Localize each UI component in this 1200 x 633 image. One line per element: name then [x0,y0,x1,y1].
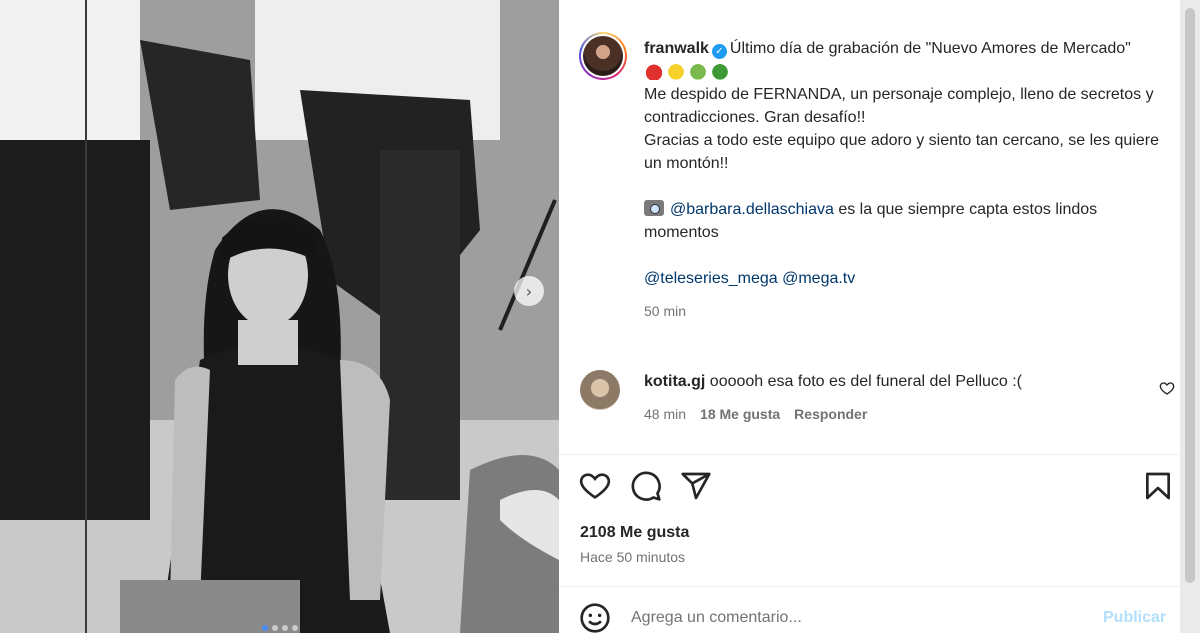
comment-bubble-icon[interactable] [630,470,662,502]
caption-paragraph-2: Gracias a todo este equipo que adoro y s… [644,132,1159,172]
caption-credit: @barbara.dellaschiava es la que siempre … [644,198,1174,244]
carousel-dot [291,625,298,631]
comment-like-heart-icon[interactable] [1159,380,1175,396]
caption-title: Último día de grabación de "Nuevo Amores… [729,40,1131,57]
credit-mention-link[interactable]: @barbara.dellaschiava [670,201,834,218]
post-actions [579,470,1170,506]
commenter-username[interactable]: kotita.gj [644,373,705,390]
carousel-dot [261,625,268,631]
carousel-dot [281,625,288,631]
lettuce-emoji-icon [688,62,708,80]
caption-emojis [644,60,1174,83]
comment-time[interactable]: 48 min [644,406,686,422]
tag-link-megatv[interactable]: @mega.tv [782,270,855,287]
post-photo: › [0,0,559,633]
broccoli-emoji-icon [710,62,730,80]
caption-paragraph-1: Me despido de FERNANDA, un personaje com… [644,86,1154,126]
carousel-dots [0,625,559,631]
comment-reply-button[interactable]: Responder [794,406,867,422]
comment-body: oooooh esa foto es del funeral del Pellu… [709,373,1023,390]
post-age[interactable]: Hace 50 minutos [580,549,685,565]
caption-text: franwalk ✓ Último día de grabación de "Nue… [644,37,1174,323]
verified-badge-icon: ✓ [711,44,727,59]
publish-button[interactable]: Publicar [1103,609,1166,627]
caption-time[interactable]: 50 min [644,300,1174,323]
page-scrollbar[interactable] [1180,0,1200,633]
chevron-right-icon: › [525,281,533,301]
comment-text: kotita.gj oooooh esa foto es del funeral… [644,371,1144,393]
save-bookmark-icon[interactable] [1142,470,1174,502]
likes-count[interactable]: 2108 Me gusta [580,524,689,542]
comment-box-divider [559,586,1180,587]
tag-link-teleseries[interactable]: @teleseries_mega [644,270,778,287]
comment-likes[interactable]: 18 Me gusta [700,406,780,422]
share-send-icon[interactable] [680,470,712,502]
instagram-post-view: › franwalk ✓ Último día de grabación de "N… [0,0,1200,633]
post-details-panel: franwalk ✓ Último día de grabación de "Nue… [559,0,1180,633]
lemon-emoji-icon [666,62,686,80]
camera-emoji-icon [644,200,664,216]
actions-divider [559,454,1180,455]
caption-tags: @teleseries_mega @mega.tv [644,267,1174,290]
comment-input[interactable] [631,606,1071,630]
emoji-picker-icon[interactable] [579,602,611,633]
like-heart-icon[interactable] [579,470,611,502]
photo-scene [0,0,559,633]
author-avatar[interactable] [579,32,627,80]
carousel-next-button[interactable]: › [514,276,544,306]
caption-spacer-2 [644,244,1174,267]
comment-meta: 48 min 18 Me gusta Responder [644,406,867,422]
strawberry-emoji-icon [644,62,664,80]
author-username[interactable]: franwalk [644,40,709,57]
scrollbar-thumb[interactable] [1185,8,1195,583]
add-comment-form: Publicar [579,598,1179,633]
commenter-avatar[interactable] [580,370,620,410]
carousel-dot [271,625,278,631]
